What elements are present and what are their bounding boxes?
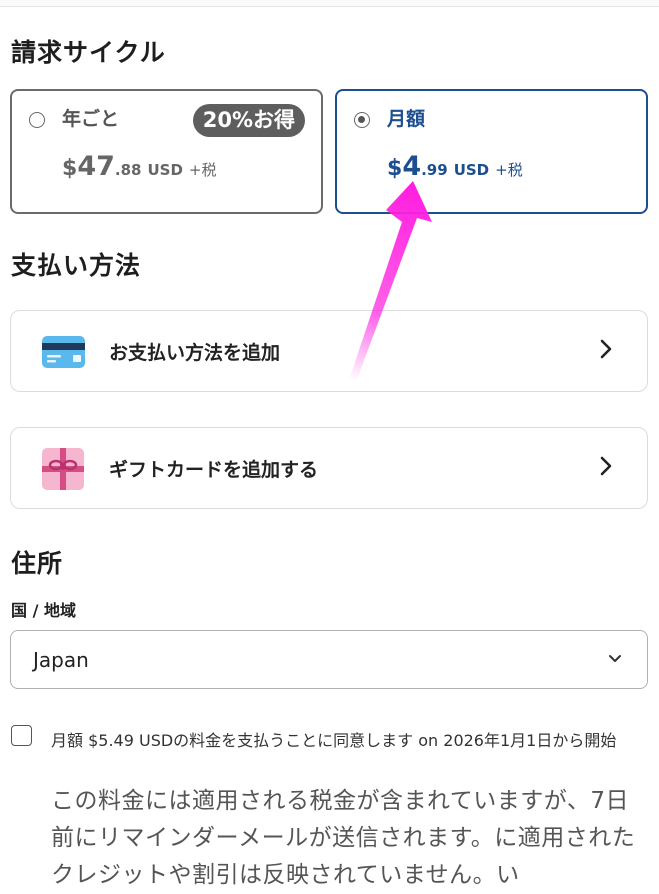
top-divider — [0, 0, 659, 7]
agreement-text: 月額 $5.49 USDの料金を支払うことに同意します on 2026年1月1日… — [51, 731, 617, 750]
yearly-amount: 47 — [77, 151, 115, 182]
country-value: Japan — [33, 648, 89, 672]
country-label: 国 / 地域 — [11, 601, 76, 620]
monthly-currency-code: USD — [453, 161, 490, 179]
monthly-tax: +税 — [495, 161, 523, 179]
monthly-price: $4.99 USD +税 — [387, 151, 523, 182]
monthly-label: 月額 — [387, 108, 426, 130]
charge-note: この料金には適用される税金が含まれていますが、7日前にリマインダーメールが送信さ… — [51, 788, 636, 888]
monthly-radio[interactable] — [354, 112, 370, 128]
monthly-currency: $ — [387, 156, 403, 181]
add-gift-label: ギフトカードを追加する — [109, 459, 319, 481]
monthly-amount: 4 — [402, 151, 422, 182]
add-payment-label: お支払い方法を追加 — [109, 342, 281, 364]
chevron-down-icon — [609, 655, 621, 662]
add-payment-method-button[interactable]: お支払い方法を追加 — [10, 310, 648, 392]
yearly-price: $47.88 USD +税 — [62, 151, 216, 182]
chevron-right-icon — [600, 456, 612, 476]
chevron-right-icon — [600, 339, 612, 359]
discount-badge: 20%お得 — [192, 104, 305, 137]
monthly-cents: .99 — [421, 161, 448, 179]
payment-method-title: 支払い方法 — [11, 251, 142, 280]
plan-yearly-option[interactable]: 年ごと 20%お得 $47.88 USD +税 — [10, 89, 323, 214]
country-select[interactable]: Japan — [10, 630, 648, 689]
yearly-currency-code: USD — [147, 161, 183, 179]
add-gift-card-button[interactable]: ギフトカードを追加する — [10, 427, 648, 509]
address-title: 住所 — [11, 549, 64, 578]
credit-card-icon — [42, 336, 85, 368]
yearly-radio[interactable] — [29, 112, 45, 128]
yearly-currency: $ — [62, 156, 78, 181]
agree-checkbox[interactable] — [11, 725, 32, 746]
gift-card-icon — [42, 448, 84, 490]
yearly-tax: +税 — [188, 161, 217, 179]
billing-cycle-title: 請求サイクル — [11, 38, 166, 67]
plan-monthly-option[interactable]: 月額 $4.99 USD +税 — [335, 89, 648, 214]
yearly-cents: .88 — [114, 161, 142, 179]
yearly-label: 年ごと — [62, 108, 120, 130]
